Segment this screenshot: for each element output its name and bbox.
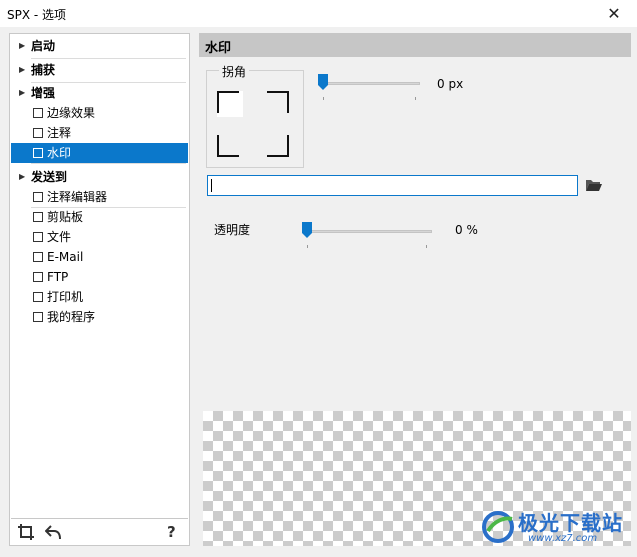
- corner-legend: 拐角: [219, 63, 250, 80]
- tree-item-annotation-editor[interactable]: 注释编辑器: [11, 187, 188, 207]
- tree-item-file[interactable]: 文件: [11, 227, 188, 247]
- opacity-value: 0 %: [455, 223, 478, 237]
- tree-item-edge-effect[interactable]: 边缘效果: [11, 103, 188, 123]
- triangle-right-icon: ▶: [19, 65, 26, 74]
- site-watermark: 极光下载站 www.xz7.com: [478, 505, 637, 549]
- tree-item-label: 文件: [47, 230, 72, 244]
- tree-item-printer[interactable]: 打印机: [11, 287, 188, 307]
- text-caret: [211, 179, 212, 192]
- tree-item-watermark[interactable]: 水印: [11, 143, 188, 163]
- title-bar: SPX - 选项 ✕: [0, 0, 637, 27]
- panel-title: 水印: [205, 41, 232, 56]
- slider-track: [302, 230, 432, 233]
- triangle-right-icon: ▶: [19, 172, 26, 181]
- corner-bottom-left[interactable]: [217, 131, 243, 157]
- corner-top-right[interactable]: [263, 91, 289, 117]
- close-icon[interactable]: ✕: [591, 0, 637, 27]
- tree-item-label: 注释编辑器: [47, 190, 108, 204]
- options-tree: ▶ 启动 ▶ 捕获 ▶ 增强 边缘效果 注释 水印 ▶ 发送到 注释编辑器 剪贴…: [9, 33, 190, 546]
- opacity-label: 透明度: [214, 223, 251, 237]
- corner-top-left[interactable]: [217, 91, 243, 117]
- slider-thumb[interactable]: [318, 74, 328, 90]
- slider-thumb[interactable]: [302, 222, 312, 238]
- checkbox[interactable]: [33, 148, 43, 158]
- tree-item-label: 剪贴板: [47, 210, 84, 224]
- help-button[interactable]: ?: [167, 523, 176, 541]
- checkbox[interactable]: [33, 312, 43, 322]
- tree-group-label: 增强: [31, 86, 56, 100]
- checkbox[interactable]: [33, 128, 43, 138]
- triangle-right-icon: ▶: [19, 88, 26, 97]
- tree-item-label: FTP: [47, 270, 69, 284]
- tree-group-label: 启动: [31, 39, 56, 53]
- opacity-slider[interactable]: [302, 221, 432, 251]
- triangle-right-icon: ▶: [19, 41, 26, 50]
- checkbox[interactable]: [33, 212, 43, 222]
- tree-item-label: 我的程序: [47, 310, 96, 324]
- tree-group-enhance[interactable]: ▶ 增强: [11, 83, 188, 103]
- tree-item-label: 注释: [47, 126, 72, 140]
- site-logo-icon: [482, 511, 514, 543]
- watermark-text-input[interactable]: [207, 175, 578, 196]
- checkbox[interactable]: [33, 192, 43, 202]
- tree-item-clipboard[interactable]: 剪贴板: [11, 207, 188, 227]
- checkbox[interactable]: [33, 272, 43, 282]
- tree-group-capture[interactable]: ▶ 捕获: [11, 60, 188, 80]
- checkbox[interactable]: [33, 232, 43, 242]
- panel-header: 水印: [199, 33, 631, 57]
- site-url: www.xz7.com: [528, 533, 598, 544]
- tree-item-my-program[interactable]: 我的程序: [11, 307, 188, 327]
- tree-item-ftp[interactable]: FTP: [11, 267, 188, 287]
- tree-group-label: 捕获: [31, 63, 56, 77]
- checkbox[interactable]: [33, 108, 43, 118]
- tree-item-label: 水印: [47, 146, 72, 160]
- tree-item-annotation[interactable]: 注释: [11, 123, 188, 143]
- crop-icon[interactable]: [17, 523, 35, 545]
- tree-group-startup[interactable]: ▶ 启动: [11, 36, 188, 56]
- tree-item-label: 打印机: [47, 290, 84, 304]
- site-name: 极光下载站: [518, 511, 623, 535]
- checkbox[interactable]: [33, 252, 43, 262]
- tree-divider: [31, 163, 186, 164]
- tree-group-label: 发送到: [31, 170, 68, 184]
- undo-arrow-icon[interactable]: [44, 523, 63, 545]
- offset-value: 0 px: [437, 77, 464, 91]
- window-title: SPX - 选项: [7, 8, 67, 22]
- offset-slider[interactable]: [318, 73, 420, 103]
- slider-track: [318, 82, 420, 85]
- corner-bottom-right[interactable]: [263, 131, 289, 157]
- tree-item-label: E-Mail: [47, 250, 84, 264]
- checkbox[interactable]: [33, 292, 43, 302]
- tree-item-label: 边缘效果: [47, 106, 96, 120]
- tree-item-email[interactable]: E-Mail: [11, 247, 188, 267]
- sidebar-toolbar: ?: [11, 518, 188, 545]
- folder-open-icon[interactable]: [585, 177, 603, 193]
- tree-divider: [31, 58, 186, 59]
- tree-group-send-to[interactable]: ▶ 发送到: [11, 167, 188, 187]
